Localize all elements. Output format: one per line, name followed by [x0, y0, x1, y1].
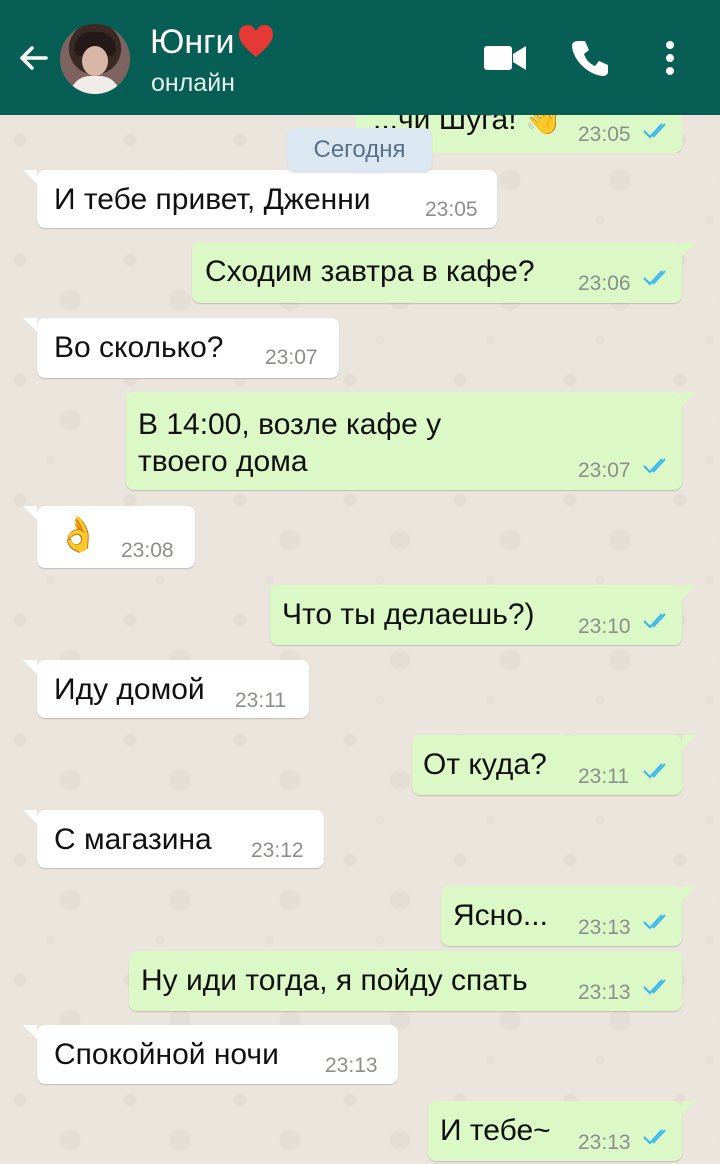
message-text: Во сколько?	[54, 331, 224, 364]
more-vertical-icon	[666, 41, 674, 75]
message-time: 23:11	[235, 689, 286, 712]
contact-status: онлайн	[151, 69, 235, 97]
message-text: Ну иди тогда, я пойду спать	[141, 964, 528, 997]
contact-avatar[interactable]	[60, 24, 130, 94]
message-text: В 14:00, возле кафе у	[138, 408, 442, 441]
read-checkmarks-icon	[643, 458, 666, 474]
contact-name-text: Юнги	[150, 23, 235, 61]
message-text: И тебе~	[440, 1114, 551, 1147]
message-time: 23:13	[578, 981, 631, 1004]
contact-name[interactable]: Юнги	[150, 22, 275, 62]
message-time: 23:13	[578, 1131, 631, 1154]
message-text: От куда?	[423, 748, 547, 781]
read-checkmarks-icon	[643, 914, 666, 930]
message-incoming[interactable]: Иду домой 23:11	[23, 660, 309, 718]
message-text: С магазина	[54, 823, 212, 856]
read-checkmarks-icon	[643, 123, 666, 139]
message-outgoing[interactable]: Что ты делаешь?) 23:10	[270, 585, 696, 645]
read-checkmarks-icon	[643, 613, 666, 629]
message-time: 23:12	[251, 839, 304, 862]
date-divider: Сегодня	[287, 128, 432, 172]
message-text: Ясно...	[453, 899, 548, 932]
heart-icon	[238, 25, 273, 57]
video-camera-icon	[484, 46, 526, 70]
read-checkmarks-icon	[643, 270, 666, 286]
message-time: 23:13	[325, 1054, 378, 1077]
overflow-menu-button[interactable]	[646, 34, 694, 82]
chat-header: Юнги онлайн	[0, 0, 720, 115]
message-text: Сходим завтра в кафе?	[205, 255, 535, 288]
message-time: 23:07	[578, 459, 631, 482]
message-incoming[interactable]: И тебе привет, Дженни 23:05	[23, 170, 497, 228]
message-time: 23:13	[578, 916, 631, 939]
message-text: И тебе привет, Дженни	[54, 183, 371, 216]
message-time: 23:08	[121, 539, 174, 562]
message-time: 23:07	[265, 346, 318, 369]
message-outgoing[interactable]: Ну иди тогда, я пойду спать 23:13	[129, 951, 682, 1011]
message-time: 23:05	[578, 123, 631, 146]
message-text: Спокойной ночи	[54, 1038, 279, 1071]
message-outgoing[interactable]: Ясно... 23:13	[441, 886, 696, 946]
video-call-button[interactable]	[481, 34, 529, 82]
ok-hand-emoji: 👌	[57, 516, 100, 554]
message-time: 23:11	[578, 765, 629, 788]
back-arrow-icon[interactable]	[14, 38, 54, 78]
message-incoming[interactable]: 👌 23:08	[23, 506, 195, 568]
message-incoming[interactable]: Во сколько? 23:07	[23, 318, 339, 378]
message-incoming[interactable]: Спокойной ночи 23:13	[23, 1025, 398, 1084]
message-text: Иду домой	[54, 673, 205, 706]
message-outgoing[interactable]: Сходим завтра в кафе? 23:06	[192, 242, 696, 303]
message-text-line-2: твоего дома	[138, 445, 308, 478]
message-time: 23:10	[578, 615, 631, 638]
read-checkmarks-icon	[643, 979, 666, 995]
message-time: 23:06	[578, 272, 631, 295]
message-time: 23:05	[425, 198, 478, 221]
read-checkmarks-icon	[643, 1129, 666, 1145]
message-outgoing[interactable]: И тебе~ 23:13	[428, 1101, 696, 1161]
phone-icon	[572, 41, 608, 76]
message-text: Что ты делаешь?)	[282, 598, 535, 631]
message-outgoing[interactable]: От куда? 23:11	[412, 735, 696, 795]
read-checkmarks-icon	[643, 763, 666, 779]
message-outgoing[interactable]: В 14:00, возле кафе у твоего дома 23:07	[126, 392, 696, 490]
voice-call-button[interactable]	[566, 34, 614, 82]
message-incoming[interactable]: С магазина 23:12	[23, 810, 324, 868]
